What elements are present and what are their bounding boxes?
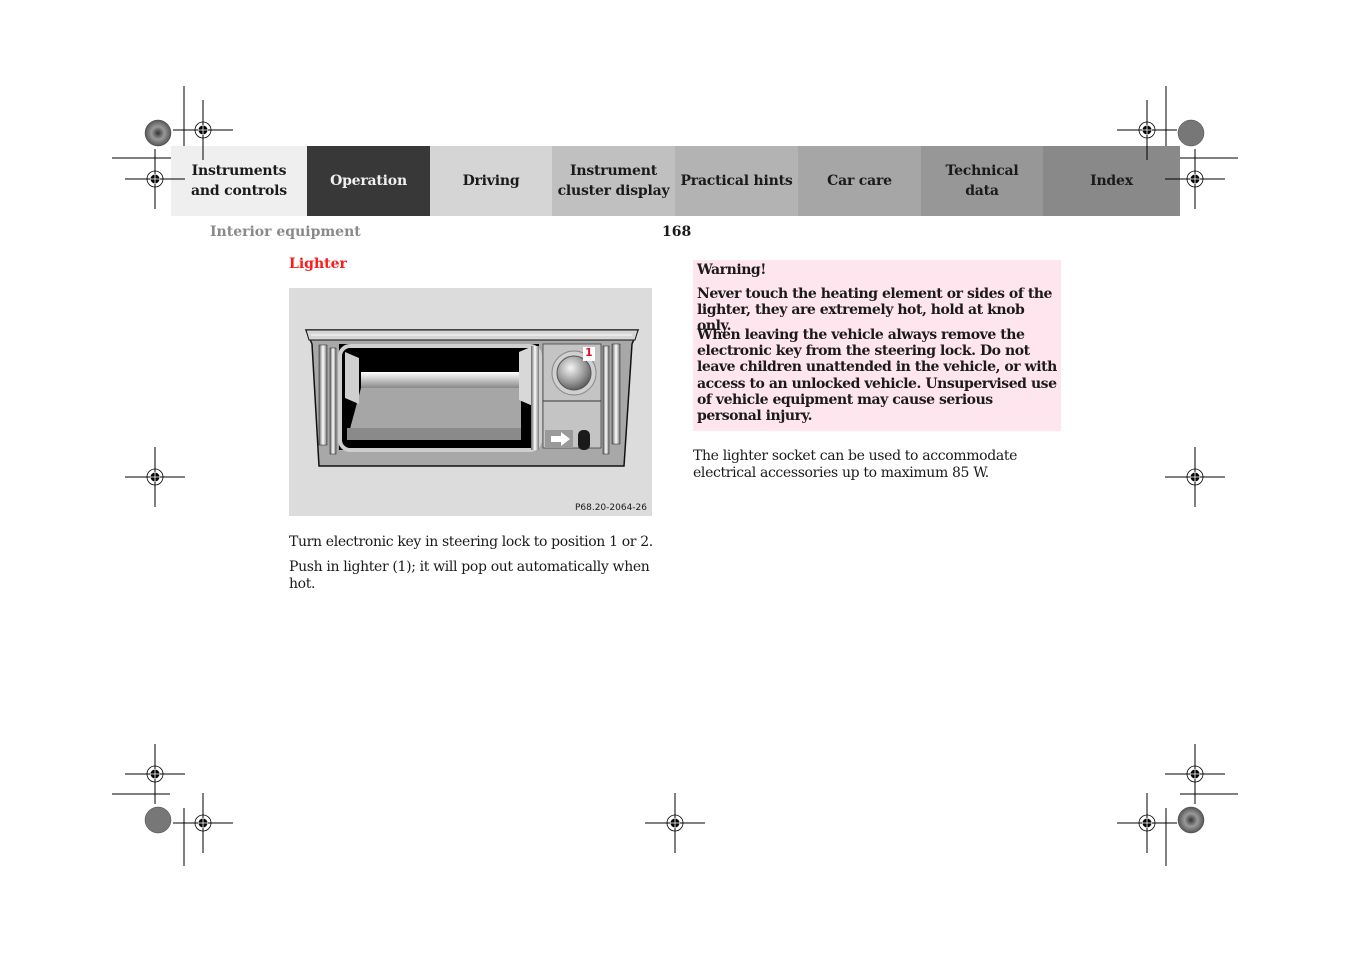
gray-target-mark (144, 806, 172, 834)
crosshair-mark (124, 446, 186, 508)
crosshair-mark (172, 99, 234, 161)
star-target-mark (144, 119, 172, 147)
crosshair-mark (1116, 792, 1178, 854)
registration-marks (112, 86, 1238, 866)
star-target-mark (1177, 806, 1205, 834)
crosshair-mark (124, 743, 186, 805)
crosshair-mark (1116, 99, 1178, 161)
crosshair-mark (1164, 446, 1226, 508)
crosshair-mark (172, 792, 234, 854)
crosshair-mark (1164, 743, 1226, 805)
gray-target-mark (1177, 119, 1205, 147)
crosshair-mark (644, 792, 706, 854)
